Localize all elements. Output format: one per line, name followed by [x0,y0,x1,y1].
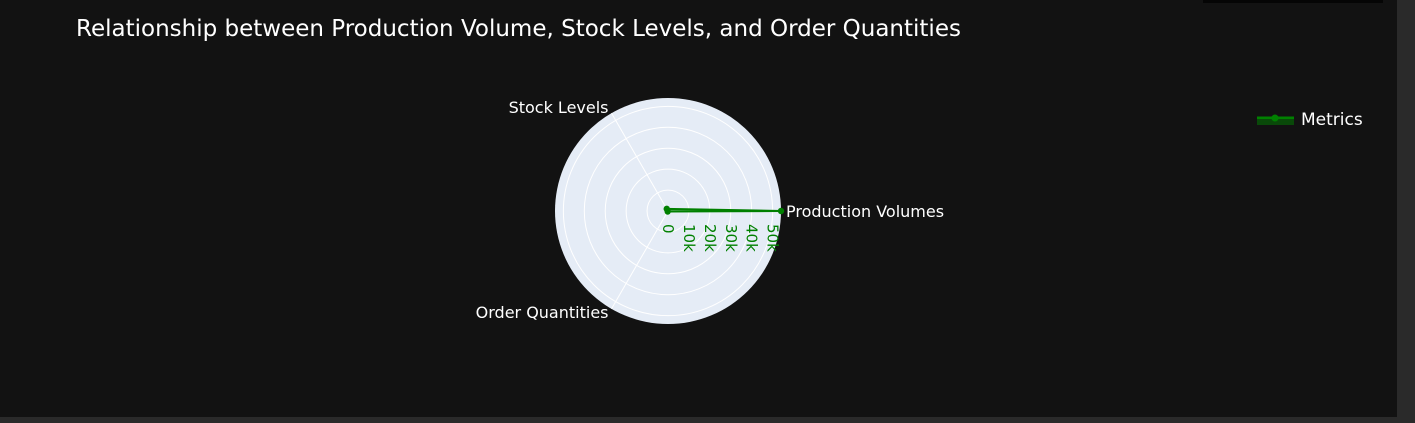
data-point-0 [777,207,785,215]
legend-label-metrics: Metrics [1301,110,1363,130]
radial-tick-label-5: 50k [764,224,782,252]
legend-swatch-marker [1271,114,1279,122]
radial-tick-label-4: 40k [743,224,761,252]
axis-label-order-quantities: Order Quantities [476,303,609,322]
radial-tick-label-3: 30k [722,224,740,252]
axis-label-production-volumes: Production Volumes [786,202,944,221]
axis-label-stock-levels: Stock Levels [509,98,609,117]
polar-plot: 0 10k 20k 30k 40k 50kProduction Volumes Stock … [476,98,944,324]
data-point-2 [664,208,671,215]
chart-title: Relationship between Production Volume, … [76,16,961,42]
radial-tick-label-2: 20k [701,224,719,252]
radial-tick-label-0: 0 [659,224,677,234]
radar-chart: Relationship between Production Volume, … [76,16,1363,324]
radial-tick-label-1: 10k [680,224,698,252]
legend[interactable]: Metrics [1257,110,1363,130]
